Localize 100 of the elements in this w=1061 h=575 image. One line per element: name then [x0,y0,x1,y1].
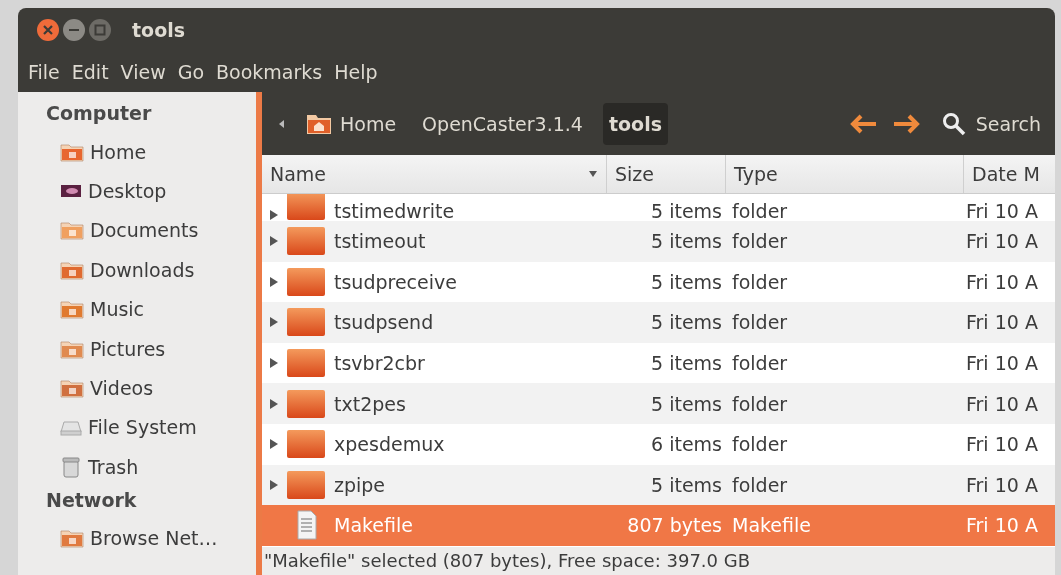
menu-item[interactable]: File [28,61,60,83]
file-size: 807 bytes [626,514,722,537]
menu-item[interactable]: Bookmarks [216,61,323,83]
expander-icon[interactable] [269,275,279,288]
window-title: tools [132,19,185,41]
column-header[interactable]: Type [726,155,964,193]
file-type: folder [731,201,789,221]
file-name: zpipe [333,473,387,496]
folder-icon [60,378,84,399]
breadcrumb-button[interactable]: OpenCaster3.1.4 [416,102,589,145]
folder-icon [286,429,326,460]
folder-icon [60,299,84,320]
file-row[interactable]: tsudpsend 5 items folder Fri 10 A [262,302,1055,343]
expander-icon[interactable] [269,438,279,451]
file-size: 5 items [650,311,722,334]
expander-icon[interactable] [269,316,279,329]
expander-icon[interactable] [269,397,279,410]
file-size: 5 items [650,201,722,221]
menu-item[interactable]: Edit [71,61,109,83]
column-header[interactable]: Date M [964,155,1055,193]
file-size: 5 items [650,473,722,496]
sidebar-item[interactable]: Trash [18,447,256,487]
file-date: Fri 10 A [965,311,1038,334]
search-icon [941,111,966,136]
expander-icon[interactable] [269,235,279,248]
expander-icon[interactable] [269,357,279,370]
breadcrumb-button[interactable]: tools [602,102,668,145]
column-header[interactable]: Name [262,155,607,193]
file-date: Fri 10 A [965,270,1038,293]
close-icon[interactable] [36,18,60,42]
column-header[interactable]: Size [607,155,726,193]
file-size: 6 items [650,433,722,456]
folder-icon [60,528,84,549]
file-name: txt2pes [333,392,407,415]
file-date: Fri 10 A [965,433,1038,456]
file-name: tsudpreceive [333,270,458,293]
menu-item[interactable]: View [120,61,166,83]
home-folder-icon [306,112,332,135]
expander-icon[interactable] [269,478,279,491]
folder-icon [60,338,84,359]
folder-icon [286,307,326,338]
minimize-icon[interactable] [62,18,86,42]
file-date: Fri 10 A [965,201,1038,221]
file-type: folder [731,352,789,375]
folder-icon [286,348,326,379]
sidebar-heading: Network [45,487,138,513]
folder-icon [286,226,326,257]
file-row[interactable]: tstimeout 5 items folder Fri 10 A [262,221,1055,262]
sort-icon [588,170,598,178]
file-row[interactable]: tsudpreceive 5 items folder Fri 10 A [262,261,1055,303]
forward-arrow-icon[interactable] [891,112,922,135]
file-name: tstimedwrite [333,201,456,221]
file-name: tstimeout [333,230,427,253]
drive-icon [60,418,82,437]
sidebar-item[interactable]: Documents [18,210,256,251]
file-name: tsvbr2cbr [333,352,426,375]
sidebar-item[interactable]: Desktop [18,171,256,211]
folder-icon [60,220,84,241]
file-date: Fri 10 A [965,352,1038,375]
menu-item[interactable]: Help [334,61,378,83]
status-bar: "Makefile" selected (807 bytes), Free space: 397.0 GB [262,547,1055,575]
file-type: folder [731,392,789,415]
folder-icon [286,266,326,297]
sidebar-item[interactable]: Downloads [18,250,256,290]
file-size: 5 items [650,352,722,375]
file-type: folder [731,230,789,253]
file-row[interactable]: tsvbr2cbr 5 items folder Fri 10 A [262,342,1055,384]
sidebar-item[interactable]: Pictures [18,328,256,369]
folder-icon [286,194,326,221]
file-date: Fri 10 A [965,230,1038,253]
search-button[interactable]: Search [935,107,1047,140]
file-row[interactable]: tstimedwrite 5 items folder Fri 10 A [262,194,1055,221]
breadcrumb-button[interactable]: Home [300,102,403,145]
file-size: 5 items [650,392,722,415]
sidebar-item[interactable]: Music [18,289,256,329]
file-type: folder [731,473,789,496]
sidebar-item[interactable]: Browse Net… [18,518,256,558]
sidebar-item[interactable]: Home [18,132,256,172]
scroll-left-icon[interactable] [278,118,286,129]
sidebar-item[interactable]: Videos [18,368,256,408]
file-row[interactable]: zpipe 5 items folder Fri 10 A [262,464,1055,506]
file-type: folder [731,270,789,293]
file-row[interactable]: txt2pes 5 items folder Fri 10 A [262,383,1055,424]
file-date: Fri 10 A [965,473,1038,496]
file-size: 5 items [650,270,722,293]
folder-icon [60,259,84,280]
file-type: folder [731,311,789,334]
file-name: xpesdemux [333,433,446,456]
folder-icon [286,469,326,500]
file-row[interactable]: xpesdemux 6 items folder Fri 10 A [262,423,1055,465]
sidebar-item[interactable]: File System [18,407,256,448]
file-date: Fri 10 A [965,392,1038,415]
file-type: folder [731,433,789,456]
folder-icon [286,388,326,419]
expander-icon[interactable] [269,209,279,221]
file-date: Fri 10 A [965,514,1038,537]
file-type: Makefile [731,514,812,537]
menu-item[interactable]: Go [177,61,205,83]
sidebar-heading: Computer [45,101,153,126]
file-name: Makefile [333,514,414,537]
